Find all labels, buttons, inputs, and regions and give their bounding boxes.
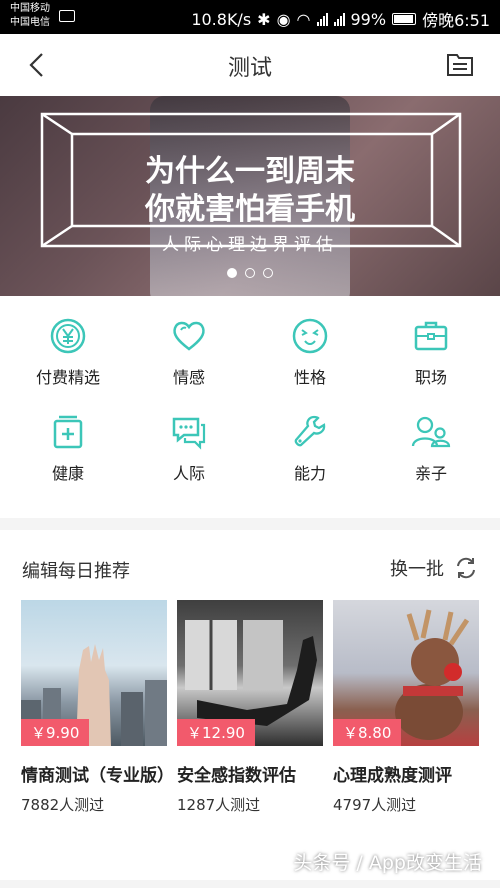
- carousel-dot-1[interactable]: [227, 268, 237, 278]
- yen-coin-icon: [50, 318, 86, 354]
- banner-subtitle: 人际心理边界评估: [162, 235, 338, 255]
- refresh-batch-button[interactable]: 换一批: [390, 555, 478, 581]
- refresh-icon: [457, 557, 475, 579]
- signal-icon-2: [333, 12, 345, 26]
- category-label: 情感: [172, 368, 205, 387]
- card-title: 情商测试（专业版）: [21, 766, 174, 786]
- status-right: 10.8K/s ✱ ◉ ◠ 99% 傍晚6:51: [191, 7, 490, 31]
- carrier-info: 中国移动 中国电信: [10, 2, 50, 30]
- test-card[interactable]: ￥9.90 情商测试（专业版） 7882人测过: [21, 600, 174, 815]
- refresh-label: 换一批: [390, 559, 444, 580]
- category-health[interactable]: 健康: [13, 414, 123, 484]
- carousel-indicator: [0, 268, 500, 278]
- category-parenting[interactable]: 亲子: [376, 414, 486, 484]
- category-grid: 付费精选 情感 性格 职场 健康 人际 能力 亲子: [0, 296, 500, 518]
- card-tested-count: 4797人测过: [333, 796, 417, 814]
- price-badge: ￥9.90: [21, 719, 90, 746]
- carousel-dot-3[interactable]: [263, 268, 273, 278]
- test-card[interactable]: ￥12.90 安全感指数评估 1287人测过: [177, 600, 323, 815]
- card-title: 安全感指数评估: [177, 766, 296, 786]
- wrench-icon: [294, 415, 326, 447]
- category-emotion[interactable]: 情感: [134, 318, 244, 388]
- category-label: 人际: [172, 464, 205, 483]
- page-title: 测试: [227, 56, 272, 81]
- card-title: 心理成熟度测评: [333, 766, 452, 786]
- price-badge: ￥8.80: [333, 719, 402, 746]
- parent-child-icon: [411, 416, 451, 448]
- medical-kit-icon: [53, 415, 83, 449]
- banner-title-line-2: 你就害怕看手机: [145, 192, 355, 227]
- section-heading: 编辑每日推荐: [22, 561, 130, 582]
- nav-bar: 测试: [0, 34, 500, 96]
- clock: 傍晚6:51: [422, 11, 490, 30]
- category-label: 健康: [51, 464, 84, 483]
- category-ability[interactable]: 能力: [255, 414, 365, 484]
- card-tested-count: 1287人测过: [177, 796, 261, 814]
- eye-comfort-icon: ◉: [276, 9, 291, 29]
- category-social[interactable]: 人际: [134, 414, 244, 484]
- card-image-hand-city: ￥9.90: [21, 600, 167, 746]
- banner-carousel[interactable]: 为什么一到周末 你就害怕看手机 人际心理边界评估: [0, 96, 500, 296]
- wifi-icon: ◠: [296, 9, 311, 29]
- list-folder-icon[interactable]: [446, 52, 474, 78]
- carousel-dot-2[interactable]: [245, 268, 255, 278]
- category-workplace[interactable]: 职场: [376, 318, 486, 388]
- signal-icon: [316, 12, 328, 26]
- heart-icon: [173, 321, 205, 351]
- network-speed: 10.8K/s: [191, 9, 252, 29]
- watermark: 头条号 / App改变生活: [293, 852, 482, 874]
- card-image-window-sitting: ￥12.90: [177, 600, 323, 746]
- battery-percent: 99%: [350, 9, 387, 29]
- bluetooth-icon: ✱: [257, 9, 271, 29]
- briefcase-icon: [414, 321, 448, 351]
- chat-bubbles-icon: [172, 417, 206, 450]
- price-badge: ￥12.90: [177, 719, 255, 746]
- category-personality[interactable]: 性格: [255, 318, 365, 388]
- carrier-1: 中国移动: [10, 3, 50, 14]
- category-label: 付费精选: [35, 368, 100, 387]
- category-label: 能力: [293, 464, 326, 483]
- category-label: 性格: [293, 368, 326, 387]
- status-bar: 中国移动 中国电信 10.8K/s ✱ ◉ ◠ 99% 傍晚6:51: [0, 0, 500, 34]
- category-paid[interactable]: 付费精选: [13, 318, 123, 388]
- carrier-2: 中国电信: [10, 17, 50, 28]
- card-tested-count: 7882人测过: [21, 796, 105, 814]
- daily-recommend-section: 编辑每日推荐 换一批 ￥9.90 情商测试（专业版） 7882人测过 ￥12.9…: [0, 530, 500, 880]
- activity-icon: [59, 10, 75, 22]
- test-card[interactable]: ￥8.80 心理成熟度测评 4797人测过: [333, 600, 479, 815]
- face-icon: [292, 318, 328, 354]
- card-image-reindeer-toy: ￥8.80: [333, 600, 479, 746]
- category-label: 职场: [414, 368, 447, 387]
- category-label: 亲子: [414, 464, 447, 483]
- battery-icon: [392, 13, 417, 25]
